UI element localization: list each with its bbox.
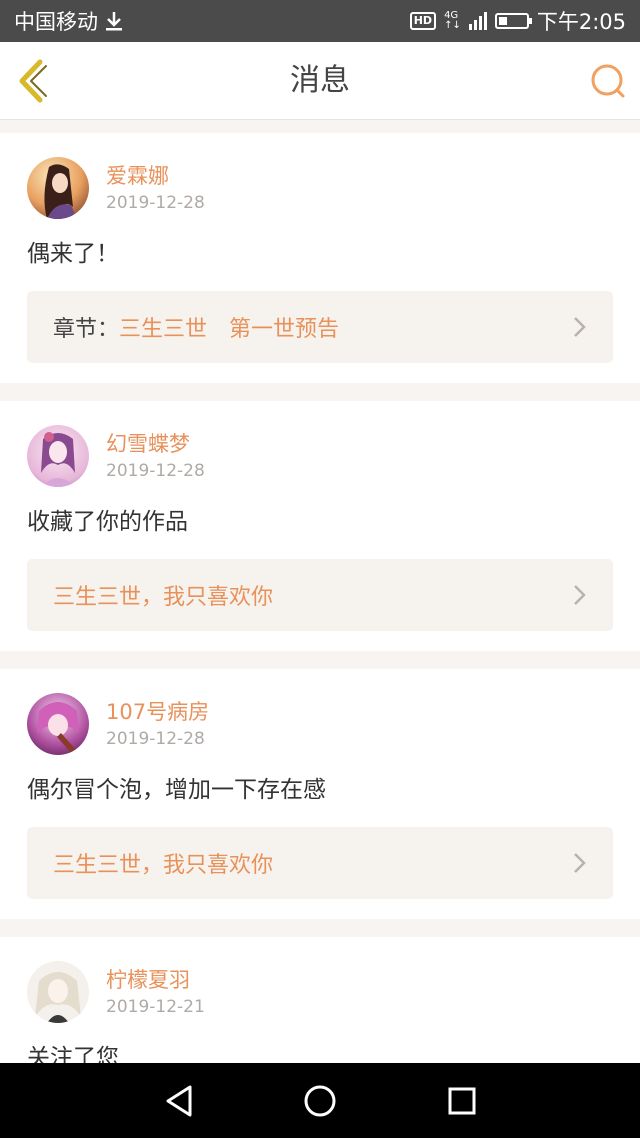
message-header: 爱霖娜 2019-12-28 [27,157,613,221]
square-recent-icon [448,1087,476,1115]
reference-link[interactable]: 章节： 三生三世 第一世预告 [27,291,613,363]
signal-icon [468,12,487,30]
avatar-image [27,961,89,1023]
message-card: 幻雪蝶梦 2019-12-28 收藏了你的作品 三生三世，我只喜欢你 [0,401,640,651]
triangle-back-icon [166,1085,192,1117]
hd-badge: HD [409,12,437,30]
message-meta: 柠檬夏羽 2019-12-21 [106,961,205,1020]
message-header: 107号病房 2019-12-28 [27,693,613,757]
message-meta: 爱霖娜 2019-12-28 [106,157,205,216]
battery-icon [494,13,532,29]
page-title: 消息 [290,63,350,98]
network-indicator: 4G ↑↓ [444,11,461,31]
message-meta: 107号病房 2019-12-28 [106,693,209,752]
avatar[interactable] [27,157,89,219]
carrier-name: 中国移动 [14,10,98,34]
message-date: 2019-12-28 [106,193,205,213]
message-date: 2019-12-28 [106,729,205,749]
nav-back-button[interactable] [160,1081,200,1121]
reference-title: 三生三世，我只喜欢你 [53,853,274,878]
message-card: 爱霖娜 2019-12-28 偶来了！ 章节： 三生三世 第一世预告 [0,133,640,383]
avatar[interactable] [27,961,89,1023]
reference-link[interactable]: 三生三世，我只喜欢你 [27,827,613,899]
message-card: 107号病房 2019-12-28 偶尔冒个泡，增加一下存在感 三生三世，我只喜… [0,669,640,919]
clock: 下午2:05 [536,10,626,34]
search-button[interactable] [588,61,628,101]
message-date: 2019-12-28 [106,461,205,481]
message-text: 偶来了！ [27,241,119,267]
username[interactable]: 爱霖娜 [106,162,205,190]
reference-label: 章节： [53,317,120,342]
system-nav-bar [0,1063,640,1138]
message-text: 偶尔冒个泡，增加一下存在感 [27,777,326,803]
circle-home-icon [304,1085,336,1117]
message-text: 关注了您 [27,1045,119,1063]
message-header: 柠檬夏羽 2019-12-21 [27,961,613,1025]
search-icon [591,64,625,98]
message-text: 收藏了你的作品 [27,509,188,535]
chevron-right-icon [574,853,586,873]
username[interactable]: 幻雪蝶梦 [106,430,205,458]
message-header: 幻雪蝶梦 2019-12-28 [27,425,613,489]
app-header: 消息 [0,42,640,120]
reference-title: 三生三世 第一世预告 [119,317,340,342]
download-icon [106,12,122,31]
nav-home-button[interactable] [300,1081,340,1121]
avatar[interactable] [27,693,89,755]
avatar-image [27,425,89,487]
status-right: HD 4G ↑↓ 下午2:05 [409,6,626,36]
avatar[interactable] [27,425,89,487]
status-bar: 中国移动 HD 4G ↑↓ 下午2:05 [0,0,640,42]
message-list[interactable]: 爱霖娜 2019-12-28 偶来了！ 章节： 三生三世 第一世预告 幻雪蝶梦 … [0,133,640,1063]
chevron-right-icon [574,317,586,337]
avatar-image [27,157,89,219]
reference-link[interactable]: 三生三世，我只喜欢你 [27,559,613,631]
nav-recent-button[interactable] [442,1081,482,1121]
chevron-right-icon [574,585,586,605]
message-date: 2019-12-21 [106,997,205,1017]
avatar-image [27,693,89,755]
username[interactable]: 107号病房 [106,698,209,726]
status-left: 中国移动 [14,6,124,36]
network-activity: ↑↓ [444,20,461,31]
username[interactable]: 柠檬夏羽 [106,966,205,994]
message-meta: 幻雪蝶梦 2019-12-28 [106,425,205,484]
reference-title: 三生三世，我只喜欢你 [53,585,274,610]
message-card: 柠檬夏羽 2019-12-21 关注了您 [0,937,640,1063]
